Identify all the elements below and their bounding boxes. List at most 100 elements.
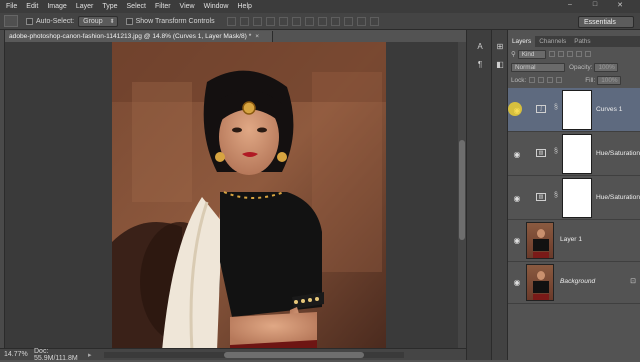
close-tab-icon[interactable]: × [255, 33, 259, 40]
filter-search-icon: ⚲ [511, 51, 516, 58]
horizontal-scroll-thumb[interactable] [224, 351, 364, 358]
align-bottom-icon[interactable] [252, 16, 262, 26]
eye-icon[interactable]: ◉ [511, 194, 523, 203]
filter-smart-icon[interactable] [584, 51, 591, 57]
document-tab[interactable]: adobe-photoshop-canon-fashion-1141213.jp… [5, 31, 273, 42]
fill-label: Fill: [585, 76, 596, 84]
menu-type[interactable]: Type [102, 3, 117, 10]
distribute-icon[interactable] [343, 16, 353, 26]
maximize-button[interactable]: □ [588, 1, 602, 11]
show-transform-checkbox[interactable] [125, 17, 133, 25]
align-right-icon[interactable] [291, 16, 301, 26]
menu-file[interactable]: File [6, 3, 17, 10]
distribute-icon[interactable] [317, 16, 327, 26]
paragraph-panel-icon[interactable]: ¶ [474, 60, 486, 72]
document-title: adobe-photoshop-canon-fashion-1141213.jp… [9, 33, 252, 40]
align-top-icon[interactable] [226, 16, 236, 26]
align-left-icon[interactable] [265, 16, 275, 26]
chain-icon[interactable]: § [554, 104, 558, 111]
layer-row-hue-saturation[interactable]: ◉ ▥ § Hue/Saturation [508, 176, 640, 220]
layer-name[interactable]: Curves 1 [596, 106, 622, 113]
doc-size: Doc: 55.9M/111.8M [34, 347, 78, 362]
lock-icon[interactable]: ⊡ [630, 277, 636, 285]
layer-mask-thumbnail[interactable] [562, 134, 592, 174]
layer-row-curves-1[interactable]: ◉ ∫ § Curves 1 [508, 88, 640, 132]
blend-mode-dropdown[interactable]: Normal [511, 62, 565, 72]
layer-name[interactable]: Background [560, 278, 595, 285]
align-buttons [226, 16, 383, 26]
menu-bar: File Edit Image Layer Type Select Filter… [0, 0, 640, 13]
workspace-dropdown[interactable]: Essentials [578, 16, 634, 28]
menu-filter[interactable]: Filter [155, 3, 171, 10]
panel-dock-strip: A ¶ [466, 30, 492, 360]
auto-select-dropdown[interactable]: Group [78, 15, 118, 27]
menu-view[interactable]: View [180, 3, 195, 10]
eye-icon[interactable]: ◉ [511, 278, 523, 287]
tool-preset-picker[interactable] [4, 15, 18, 27]
lock-pixels-icon[interactable] [538, 77, 545, 83]
hue-saturation-adjustment-icon: ▥ [536, 149, 546, 157]
align-hcenter-icon[interactable] [278, 16, 288, 26]
distribute-icon[interactable] [369, 16, 379, 26]
lock-position-icon[interactable] [547, 77, 554, 83]
lock-icons [529, 77, 565, 83]
chain-icon[interactable]: § [554, 192, 558, 199]
menu-window[interactable]: Window [204, 3, 229, 10]
layer-row-layer-1[interactable]: ◉ Layer 1 [508, 220, 640, 262]
close-button[interactable]: ✕ [613, 1, 627, 11]
filter-type-icon[interactable] [566, 51, 573, 57]
options-bar: Auto-Select: Group Show Transform Contro… [0, 13, 640, 30]
fill-field[interactable]: 100% [597, 75, 622, 85]
vertical-scroll-thumb[interactable] [459, 140, 465, 240]
zoom-level[interactable]: 14.77% [4, 351, 34, 358]
layer-name[interactable]: Hue/Saturation [596, 194, 640, 201]
layer-thumbnail [526, 222, 554, 259]
eye-icon[interactable]: ◉ [511, 150, 523, 159]
lock-row: Lock: Fill: 100% [508, 74, 640, 86]
filter-icons [548, 51, 594, 57]
curves-adjustment-icon: ∫ [536, 105, 546, 113]
tab-paths[interactable]: Paths [570, 36, 594, 47]
auto-select-checkbox[interactable] [26, 17, 33, 25]
lock-transparent-icon[interactable] [529, 77, 536, 83]
layer-row-hue-saturation[interactable]: ◉ ▥ § Hue/Saturation [508, 132, 640, 176]
document-image[interactable] [112, 42, 386, 351]
tab-channels[interactable]: Channels [535, 36, 570, 47]
character-panel-icon[interactable]: A [474, 42, 486, 54]
blend-row: Normal Opacity: 100% [508, 61, 640, 73]
photo-svg [112, 42, 386, 351]
menu-image[interactable]: Image [47, 3, 66, 10]
minimize-button[interactable]: – [563, 1, 577, 11]
status-bar: 14.77% Doc: 55.9M/111.8M ▸ [0, 347, 466, 362]
properties-panel-icon[interactable]: ◧ [494, 60, 506, 72]
layer-name[interactable]: Hue/Saturation [596, 150, 640, 157]
layer-mask-thumbnail[interactable] [562, 178, 592, 218]
history-panel-icon[interactable]: ⊞ [494, 42, 506, 54]
menu-layer[interactable]: Layer [76, 3, 94, 10]
kind-dropdown[interactable]: Kind [517, 49, 546, 59]
window-controls: – □ ✕ [561, 1, 636, 11]
filter-shape-icon[interactable] [575, 51, 582, 57]
lock-all-icon[interactable] [556, 77, 563, 83]
menu-edit[interactable]: Edit [26, 3, 38, 10]
horizontal-scrollbar[interactable] [104, 351, 404, 358]
opacity-field[interactable]: 100% [594, 62, 619, 72]
status-menu-arrow-icon[interactable]: ▸ [88, 351, 96, 359]
distribute-icon[interactable] [304, 16, 314, 26]
show-transform-label: Show Transform Controls [135, 17, 215, 25]
chain-icon[interactable]: § [554, 148, 558, 155]
distribute-icon[interactable] [330, 16, 340, 26]
align-vcenter-icon[interactable] [239, 16, 249, 26]
distribute-icon[interactable] [356, 16, 366, 26]
menu-select[interactable]: Select [127, 3, 146, 10]
layer-mask-thumbnail[interactable] [562, 90, 592, 130]
layer-row-background[interactable]: ◉ Background ⊡ [508, 262, 640, 304]
layer-thumbnail [526, 264, 554, 301]
tab-layers[interactable]: Layers [508, 36, 536, 47]
menu-help[interactable]: Help [238, 3, 252, 10]
filter-pixel-icon[interactable] [548, 51, 555, 57]
filter-adjustment-icon[interactable] [557, 51, 564, 57]
layer-name[interactable]: Layer 1 [560, 236, 582, 243]
eye-icon[interactable]: ◉ [511, 236, 523, 245]
layer-filter-row: ⚲ Kind [508, 48, 640, 60]
